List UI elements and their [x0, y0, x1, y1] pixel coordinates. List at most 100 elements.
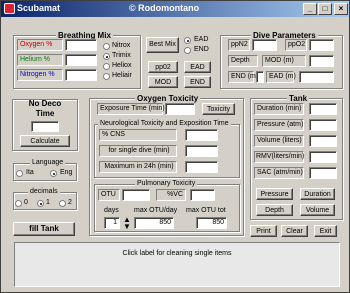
duration-field[interactable]: [309, 103, 337, 115]
language-title: Language: [30, 159, 66, 166]
pp02-button[interactable]: pp02: [148, 61, 178, 73]
mod-label[interactable]: MOD (m): [262, 55, 306, 67]
end-label[interactable]: END (m): [228, 71, 258, 83]
window-author: © Rodomontano: [129, 3, 200, 13]
nitrogen-label[interactable]: Nitrogen %: [17, 69, 63, 81]
days-label: days: [104, 207, 119, 214]
volume-label[interactable]: Volume (liters): [254, 135, 304, 147]
ita-radio[interactable]: [16, 170, 23, 177]
pulmonary-title: Pulmonary Toxicity: [135, 180, 198, 187]
print-button[interactable]: Print: [250, 225, 277, 237]
pressure-label[interactable]: Pressure (atm): [254, 119, 304, 131]
decimals-0-radio[interactable]: [15, 200, 22, 207]
end-radio[interactable]: [184, 47, 191, 54]
fill-tank-button[interactable]: fill Tank: [13, 222, 75, 236]
days-spinner-icon[interactable]: ▲ ▼: [123, 216, 131, 231]
app-icon: [4, 3, 15, 14]
volume-field[interactable]: [309, 135, 337, 147]
neurological-title: Neurological Toxicity and Exposition Tim…: [98, 120, 231, 127]
mod-field[interactable]: [309, 55, 334, 67]
cns-field[interactable]: [185, 129, 218, 141]
close-button[interactable]: ×: [334, 3, 348, 15]
no-deco-field: [31, 121, 59, 132]
heliox-radio[interactable]: [103, 63, 110, 70]
ita-label: Ita: [26, 169, 34, 176]
nitrox-radio[interactable]: [103, 43, 110, 50]
end-radio-label: END: [194, 46, 209, 53]
exposure-time-field[interactable]: [165, 103, 195, 115]
max-24h-field[interactable]: [185, 161, 218, 173]
pressure-button[interactable]: Pressure: [256, 188, 293, 200]
max-otu-tot-field[interactable]: 850: [196, 217, 227, 229]
exposure-time-label[interactable]: Exposure Time (min): [97, 103, 165, 115]
volume-button[interactable]: Volume: [300, 204, 335, 216]
ead-field[interactable]: [299, 71, 334, 83]
status-message[interactable]: Click label for cleaning single items: [14, 242, 340, 287]
oxygen-field[interactable]: [65, 39, 97, 51]
end-field[interactable]: [256, 71, 264, 83]
minimize-button[interactable]: _: [303, 3, 317, 15]
clear-button[interactable]: Clear: [281, 225, 308, 237]
ppo2-field[interactable]: [309, 39, 334, 51]
depth-label[interactable]: Depth: [228, 55, 258, 67]
tank-title: Tank: [287, 94, 310, 103]
duration-button[interactable]: Duration: [300, 188, 335, 200]
days-field[interactable]: 1: [104, 217, 120, 229]
decimals-2-radio[interactable]: [59, 200, 66, 207]
otu-field[interactable]: [122, 189, 150, 201]
trimix-label: Trimix: [112, 52, 131, 59]
decimals-1-label: 1: [46, 199, 50, 206]
decimals-1-radio[interactable]: [37, 200, 44, 207]
vc-label[interactable]: %VC: [156, 189, 186, 201]
single-dive-label[interactable]: for single dive (min): [99, 145, 177, 157]
window-title: Scubamat: [17, 3, 61, 13]
depth-button[interactable]: Depth: [256, 204, 293, 216]
pressure-field[interactable]: [309, 119, 337, 131]
no-deco-title: No Deco Time: [28, 99, 62, 118]
main-window: Scubamat © Rodomontano _ □ × Breathing M…: [0, 0, 350, 293]
ppo2-label[interactable]: ppO2: [285, 39, 307, 51]
otu-label[interactable]: OTU: [98, 189, 120, 201]
rmv-label[interactable]: RMV(liters/min): [254, 151, 304, 163]
duration-label[interactable]: Duration (min): [254, 103, 304, 115]
helium-label[interactable]: Helium %: [17, 54, 63, 66]
cns-label[interactable]: % CNS: [99, 129, 177, 141]
ppn2-field[interactable]: [252, 39, 277, 51]
ppn2-label[interactable]: ppN2: [228, 39, 250, 51]
ead-button[interactable]: EAD: [184, 61, 211, 73]
max-otu-tot-label: max OTU tot: [186, 207, 226, 214]
rmv-field[interactable]: [309, 151, 337, 163]
max-24h-label[interactable]: Maximum in 24h (min): [99, 161, 177, 173]
single-dive-field[interactable]: [185, 145, 218, 157]
best-mix-button[interactable]: Best Mix: [146, 37, 179, 53]
title-bar: Scubamat © Rodomontano _ □ ×: [1, 1, 349, 17]
sac-label[interactable]: SAC (atm/min): [254, 167, 304, 179]
max-otu-day-label: max OTU/day: [134, 207, 178, 214]
vc-field[interactable]: [190, 189, 215, 201]
ead-radio[interactable]: [184, 37, 191, 44]
decimals-0-label: 0: [24, 199, 28, 206]
eng-radio[interactable]: [50, 170, 57, 177]
oxygen-toxicity-title: Oxygen Toxicity: [135, 94, 201, 103]
trimix-radio[interactable]: [103, 53, 110, 60]
decimals-2-label: 2: [68, 199, 72, 206]
mod-button[interactable]: MOD: [148, 76, 178, 88]
ead-radio-label: EAD: [194, 36, 209, 43]
nitrogen-field[interactable]: [65, 69, 97, 81]
heliair-radio[interactable]: [103, 73, 110, 80]
nitrox-label: Nitrox: [112, 42, 131, 49]
calculate-button[interactable]: Calculate: [20, 135, 70, 147]
maximize-button[interactable]: □: [318, 3, 332, 15]
end-button[interactable]: END: [184, 76, 211, 88]
heliair-label: Heliair: [112, 72, 132, 79]
sac-field[interactable]: [309, 167, 337, 179]
max-otu-day-field[interactable]: 850: [134, 217, 174, 229]
exit-button[interactable]: Exit: [314, 225, 337, 237]
oxygen-label[interactable]: Oxygen %: [17, 39, 63, 51]
toxicity-button[interactable]: Toxicity: [202, 103, 235, 115]
ead-label[interactable]: EAD (m): [266, 71, 296, 83]
eng-label: Eng: [60, 169, 73, 176]
helium-field[interactable]: [65, 54, 97, 66]
decimals-title: decimals: [28, 188, 60, 195]
heliox-label: Heliox: [112, 62, 132, 69]
